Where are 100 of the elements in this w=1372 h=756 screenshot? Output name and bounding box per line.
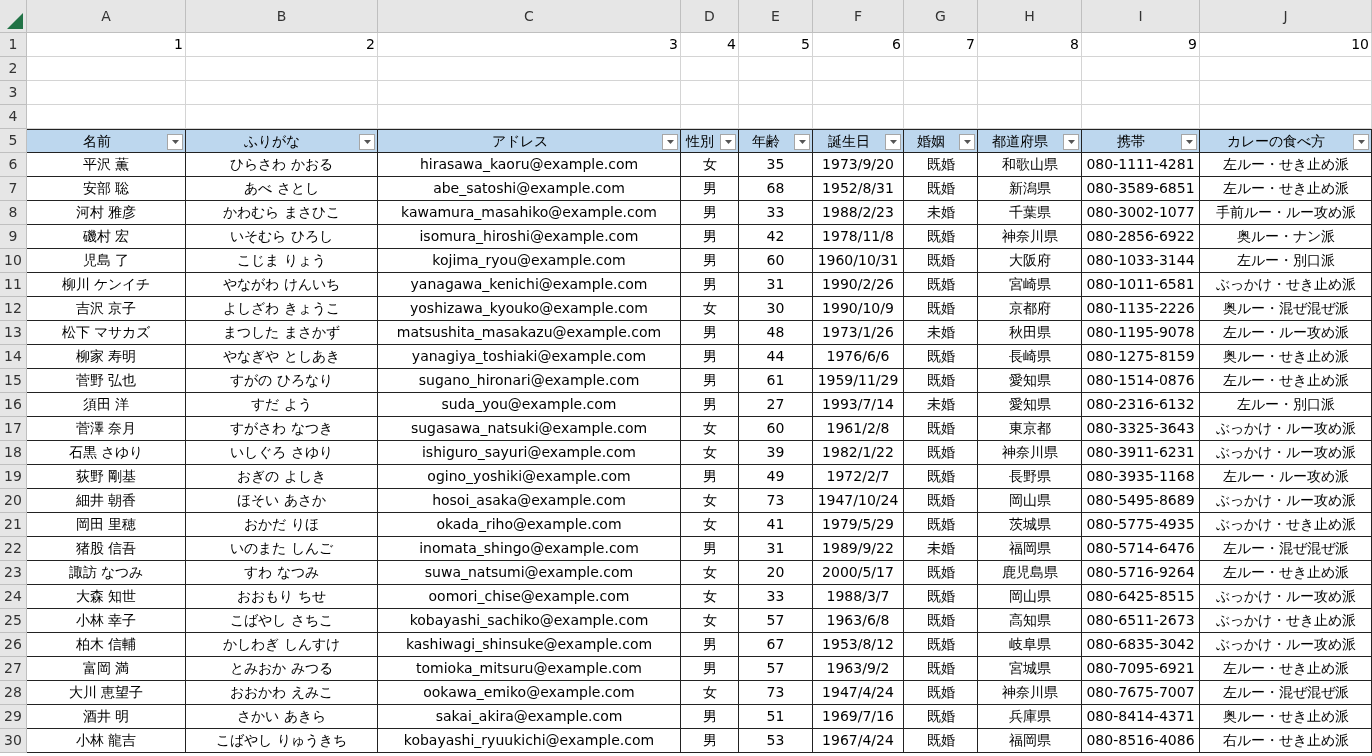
table-cell: 既婚 xyxy=(904,369,978,393)
table-cell: kobayashi_ryuukichi@example.com xyxy=(378,729,681,753)
table-cell: 長崎県 xyxy=(978,345,1082,369)
row-header[interactable]: 14 xyxy=(0,345,27,369)
table-cell: 1947/4/24 xyxy=(813,681,904,705)
table-cell: よしざわ きょうこ xyxy=(186,297,378,321)
heading-text: アドレス xyxy=(490,131,549,151)
table-cell: 1989/9/22 xyxy=(813,537,904,561)
row-header[interactable]: 17 xyxy=(0,417,27,441)
caret-icon xyxy=(1067,140,1075,144)
row-header[interactable]: 12 xyxy=(0,297,27,321)
row-header[interactable]: 16 xyxy=(0,393,27,417)
table-cell: 73 xyxy=(739,489,813,513)
caret-icon xyxy=(889,140,897,144)
table-cell: 既婚 xyxy=(904,585,978,609)
column-header[interactable]: B xyxy=(186,0,378,33)
table-cell: 男 xyxy=(681,369,739,393)
table-cell: kobayashi_sachiko@example.com xyxy=(378,609,681,633)
table-cell: 53 xyxy=(739,729,813,753)
column-header[interactable]: I xyxy=(1082,0,1200,33)
row-header[interactable]: 18 xyxy=(0,441,27,465)
filter-dropdown-button[interactable] xyxy=(1353,134,1369,150)
row-header[interactable]: 26 xyxy=(0,633,27,657)
row-header[interactable]: 22 xyxy=(0,537,27,561)
row-header[interactable]: 30 xyxy=(0,729,27,753)
filter-dropdown-button[interactable] xyxy=(1181,134,1197,150)
table-cell: 柳川 ケンイチ xyxy=(27,273,186,297)
table-cell: 女 xyxy=(681,609,739,633)
table-cell: 080-5714-6476 xyxy=(1082,537,1200,561)
table-cell: ほそい あさか xyxy=(186,489,378,513)
table-cell: 荻野 剛基 xyxy=(27,465,186,489)
column-header[interactable]: G xyxy=(904,0,978,33)
row-header[interactable]: 20 xyxy=(0,489,27,513)
table-cell: suda_you@example.com xyxy=(378,393,681,417)
column-header[interactable]: C xyxy=(378,0,681,33)
table-cell: 60 xyxy=(739,249,813,273)
row-header[interactable]: 2 xyxy=(0,57,27,81)
table-cell: おおかわ えみこ xyxy=(186,681,378,705)
row-header[interactable]: 8 xyxy=(0,201,27,225)
row-header[interactable]: 7 xyxy=(0,177,27,201)
table-cell: 080-1033-3144 xyxy=(1082,249,1200,273)
table-cell: 080-1275-8159 xyxy=(1082,345,1200,369)
table-cell: さかい あきら xyxy=(186,705,378,729)
row-header[interactable]: 19 xyxy=(0,465,27,489)
row-header[interactable]: 29 xyxy=(0,705,27,729)
table-cell: 33 xyxy=(739,201,813,225)
row-header[interactable]: 24 xyxy=(0,585,27,609)
table-cell: okada_riho@example.com xyxy=(378,513,681,537)
column-header[interactable]: A xyxy=(27,0,186,33)
table-cell: 1993/7/14 xyxy=(813,393,904,417)
row-header[interactable]: 11 xyxy=(0,273,27,297)
filter-dropdown-button[interactable] xyxy=(662,134,678,150)
row-header[interactable]: 5 xyxy=(0,129,27,153)
table-cell: 神奈川県 xyxy=(978,441,1082,465)
row-header[interactable]: 15 xyxy=(0,369,27,393)
filter-dropdown-button[interactable] xyxy=(885,134,901,150)
filter-dropdown-button[interactable] xyxy=(359,134,375,150)
table-cell: 長野県 xyxy=(978,465,1082,489)
table-cell: 奥ルー・せき止め派 xyxy=(1200,345,1372,369)
row-header[interactable]: 13 xyxy=(0,321,27,345)
table-cell: 080-1195-9078 xyxy=(1082,321,1200,345)
table-cell: 080-8516-4086 xyxy=(1082,729,1200,753)
column-header[interactable]: H xyxy=(978,0,1082,33)
row-header[interactable]: 10 xyxy=(0,249,27,273)
table-cell: 既婚 xyxy=(904,297,978,321)
table-cell: 神奈川県 xyxy=(978,225,1082,249)
row-header[interactable]: 1 xyxy=(0,33,27,57)
table-cell: ぶっかけ・ルー攻め派 xyxy=(1200,441,1372,465)
table-cell: 既婚 xyxy=(904,177,978,201)
table-cell: oomori_chise@example.com xyxy=(378,585,681,609)
row-header[interactable]: 3 xyxy=(0,81,27,105)
row-header[interactable]: 21 xyxy=(0,513,27,537)
column-header[interactable]: D xyxy=(681,0,739,33)
row-header[interactable]: 6 xyxy=(0,153,27,177)
row-header[interactable]: 9 xyxy=(0,225,27,249)
row-header[interactable]: 25 xyxy=(0,609,27,633)
filter-dropdown-button[interactable] xyxy=(959,134,975,150)
table-cell: 大川 恵望子 xyxy=(27,681,186,705)
row-header[interactable]: 4 xyxy=(0,105,27,129)
filter-dropdown-button[interactable] xyxy=(1063,134,1079,150)
table-cell: すがの ひろなり xyxy=(186,369,378,393)
filter-dropdown-button[interactable] xyxy=(167,134,183,150)
row-header[interactable]: 23 xyxy=(0,561,27,585)
table-cell: 080-5775-4935 xyxy=(1082,513,1200,537)
table-cell: 茨城県 xyxy=(978,513,1082,537)
table-cell: 080-6511-2673 xyxy=(1082,609,1200,633)
table-cell: 左ルー・別口派 xyxy=(1200,249,1372,273)
filter-dropdown-button[interactable] xyxy=(794,134,810,150)
row-header[interactable]: 27 xyxy=(0,657,27,681)
select-all-icon[interactable] xyxy=(7,13,23,29)
table-cell: 猪股 信吾 xyxy=(27,537,186,561)
filter-dropdown-button[interactable] xyxy=(720,134,736,150)
table-cell: 男 xyxy=(681,273,739,297)
column-header[interactable]: E xyxy=(739,0,813,33)
table-cell: 1972/2/7 xyxy=(813,465,904,489)
column-header[interactable]: J xyxy=(1200,0,1372,33)
column-header[interactable]: F xyxy=(813,0,904,33)
table-cell: 男 xyxy=(681,225,739,249)
table-cell: ぶっかけ・ルー攻め派 xyxy=(1200,489,1372,513)
row-header[interactable]: 28 xyxy=(0,681,27,705)
